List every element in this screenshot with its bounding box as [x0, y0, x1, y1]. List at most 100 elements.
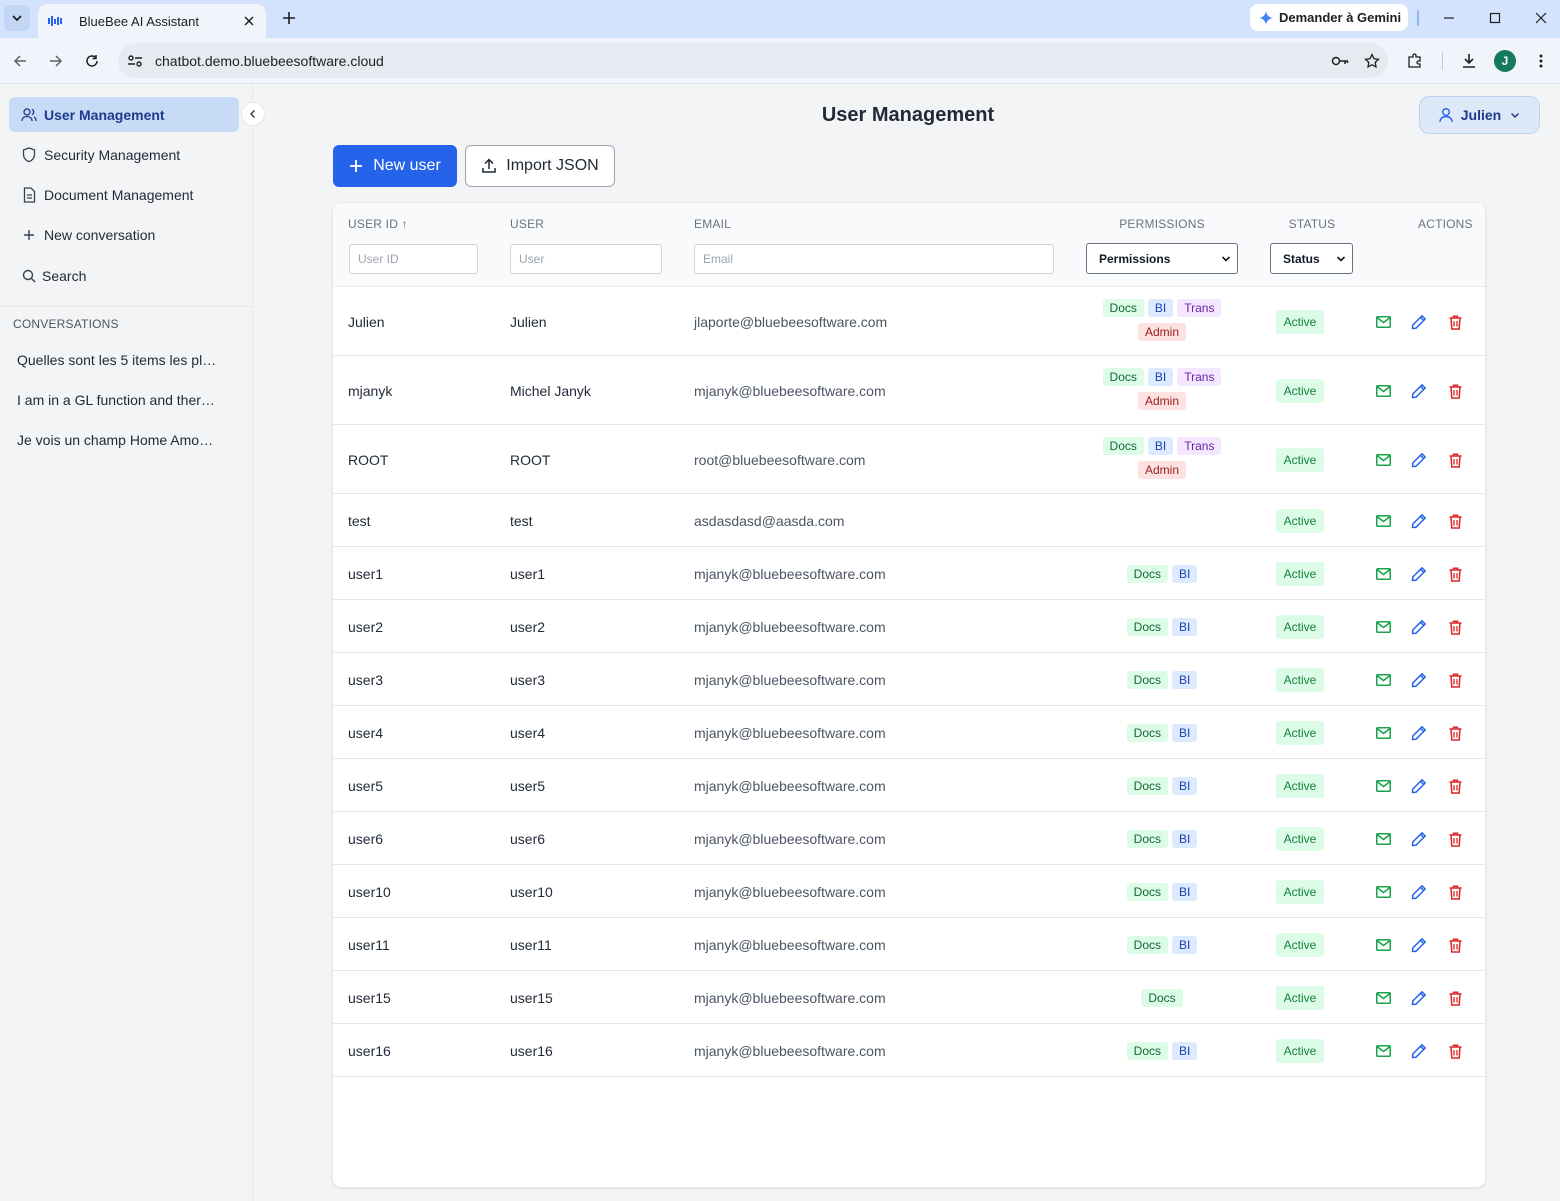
permissions-filter-select[interactable]: Permissions [1086, 243, 1238, 274]
gemini-button[interactable]: Demander à Gemini [1250, 4, 1408, 31]
search-icon [21, 268, 37, 284]
status-filter-select[interactable]: Status [1270, 243, 1353, 274]
send-email-icon[interactable] [1374, 512, 1392, 530]
table-row[interactable]: user3 user3 mjanyk@bluebeesoftware.com Docs… [333, 653, 1485, 706]
delete-icon[interactable] [1446, 883, 1464, 901]
sidebar-item-security-management[interactable]: Security Management [9, 137, 239, 172]
delete-icon[interactable] [1446, 565, 1464, 583]
edit-icon[interactable] [1410, 777, 1428, 795]
import-json-button[interactable]: Import JSON [465, 145, 615, 187]
send-email-icon[interactable] [1374, 618, 1392, 636]
address-bar[interactable]: chatbot.demo.bluebeesoftware.cloud [118, 43, 1388, 78]
send-email-icon[interactable] [1374, 936, 1392, 954]
more-vertical-icon[interactable] [1529, 49, 1553, 73]
edit-icon[interactable] [1410, 451, 1428, 469]
edit-icon[interactable] [1410, 618, 1428, 636]
edit-icon[interactable] [1410, 565, 1428, 583]
profile-avatar[interactable]: J [1494, 50, 1516, 72]
send-email-icon[interactable] [1374, 671, 1392, 689]
edit-icon[interactable] [1410, 671, 1428, 689]
close-icon[interactable] [240, 12, 258, 30]
send-email-icon[interactable] [1374, 883, 1392, 901]
send-email-icon[interactable] [1374, 565, 1392, 583]
delete-icon[interactable] [1446, 512, 1464, 530]
table-row[interactable]: user2 user2 mjanyk@bluebeesoftware.com Docs… [333, 600, 1485, 653]
table-row[interactable]: user5 user5 mjanyk@bluebeesoftware.com Docs… [333, 759, 1485, 812]
table-row[interactable]: ROOT ROOT root@bluebeesoftware.com Docs BI Tr… [333, 425, 1485, 494]
send-email-icon[interactable] [1374, 382, 1392, 400]
send-email-icon[interactable] [1374, 724, 1392, 742]
table-row[interactable]: user11 user11 mjanyk@bluebeesoftware.com Do… [333, 918, 1485, 971]
user-name-cell: user11 [510, 937, 552, 953]
collapse-sidebar-button[interactable] [241, 102, 265, 126]
sidebar-item-new-conversation[interactable]: New conversation [9, 217, 239, 252]
window-close-icon[interactable] [1529, 6, 1553, 30]
table-row[interactable]: user16 user16 mjanyk@bluebeesoftware.com Do… [333, 1024, 1485, 1077]
maximize-icon[interactable] [1483, 6, 1507, 30]
edit-icon[interactable] [1410, 989, 1428, 1007]
delete-icon[interactable] [1446, 936, 1464, 954]
forward-arrow-icon[interactable] [44, 49, 68, 73]
sidebar-item-user-management[interactable]: User Management [9, 97, 239, 132]
table-row[interactable]: user15 user15 mjanyk@bluebeesoftware.com Do… [333, 971, 1485, 1024]
conversation-item[interactable]: Je vois un champ Home Amount [17, 432, 217, 448]
conversation-item[interactable]: I am in a GL function and there is [17, 392, 217, 408]
site-settings-icon[interactable] [118, 54, 152, 68]
password-key-icon[interactable] [1324, 55, 1356, 67]
email-filter-input[interactable] [694, 244, 1054, 274]
user-filter-input[interactable] [510, 244, 662, 274]
users-icon [21, 107, 37, 123]
bookmark-star-icon[interactable] [1356, 52, 1388, 69]
new-user-button[interactable]: New user [333, 145, 457, 187]
send-email-icon[interactable] [1374, 313, 1392, 331]
edit-icon[interactable] [1410, 313, 1428, 331]
edit-icon[interactable] [1410, 936, 1428, 954]
divider [0, 306, 252, 307]
column-header-user[interactable]: USER [510, 217, 544, 231]
send-email-icon[interactable] [1374, 830, 1392, 848]
delete-icon[interactable] [1446, 671, 1464, 689]
edit-icon[interactable] [1410, 830, 1428, 848]
edit-icon[interactable] [1410, 512, 1428, 530]
user-id-filter-input[interactable] [349, 244, 478, 274]
browser-tab[interactable]: BlueBee AI Assistant [38, 4, 266, 38]
edit-icon[interactable] [1410, 883, 1428, 901]
tab-search-button[interactable] [4, 5, 30, 31]
edit-icon[interactable] [1410, 1042, 1428, 1060]
delete-icon[interactable] [1446, 777, 1464, 795]
column-header-user-id[interactable]: USER ID ↑ [348, 217, 408, 231]
edit-icon[interactable] [1410, 382, 1428, 400]
reload-icon[interactable] [80, 49, 104, 73]
minimize-icon[interactable] [1437, 6, 1461, 30]
send-email-icon[interactable] [1374, 989, 1392, 1007]
table-row[interactable]: user1 user1 mjanyk@bluebeesoftware.com Docs… [333, 547, 1485, 600]
table-row[interactable]: user4 user4 mjanyk@bluebeesoftware.com Docs… [333, 706, 1485, 759]
column-header-email[interactable]: EMAIL [694, 217, 731, 231]
delete-icon[interactable] [1446, 313, 1464, 331]
delete-icon[interactable] [1446, 989, 1464, 1007]
send-email-icon[interactable] [1374, 777, 1392, 795]
delete-icon[interactable] [1446, 830, 1464, 848]
send-email-icon[interactable] [1374, 451, 1392, 469]
extensions-puzzle-icon[interactable] [1403, 49, 1427, 73]
conversation-item[interactable]: Quelles sont les 5 items les plus vendus [17, 352, 217, 368]
table-row[interactable]: test test asdasdasd@aasda.com Active [333, 494, 1485, 547]
edit-icon[interactable] [1410, 724, 1428, 742]
delete-icon[interactable] [1446, 1042, 1464, 1060]
delete-icon[interactable] [1446, 724, 1464, 742]
sidebar-item-document-management[interactable]: Document Management [9, 177, 239, 212]
table-row[interactable]: user6 user6 mjanyk@bluebeesoftware.com Docs… [333, 812, 1485, 865]
delete-icon[interactable] [1446, 618, 1464, 636]
delete-icon[interactable] [1446, 382, 1464, 400]
plus-icon[interactable] [278, 7, 300, 29]
sidebar-item-search[interactable]: Search [9, 258, 239, 293]
table-row[interactable]: mjanyk Michel Janyk mjanyk@bluebeesoftware… [333, 356, 1485, 425]
permissions-cell: Docs BI [1086, 565, 1238, 583]
table-row[interactable]: user10 user10 mjanyk@bluebeesoftware.com Do… [333, 865, 1485, 918]
back-arrow-icon[interactable] [8, 49, 32, 73]
delete-icon[interactable] [1446, 451, 1464, 469]
user-menu-button[interactable]: Julien [1419, 96, 1540, 134]
send-email-icon[interactable] [1374, 1042, 1392, 1060]
table-row[interactable]: Julien Julien jlaporte@bluebeesoftware.com… [333, 287, 1485, 356]
download-icon[interactable] [1457, 49, 1481, 73]
